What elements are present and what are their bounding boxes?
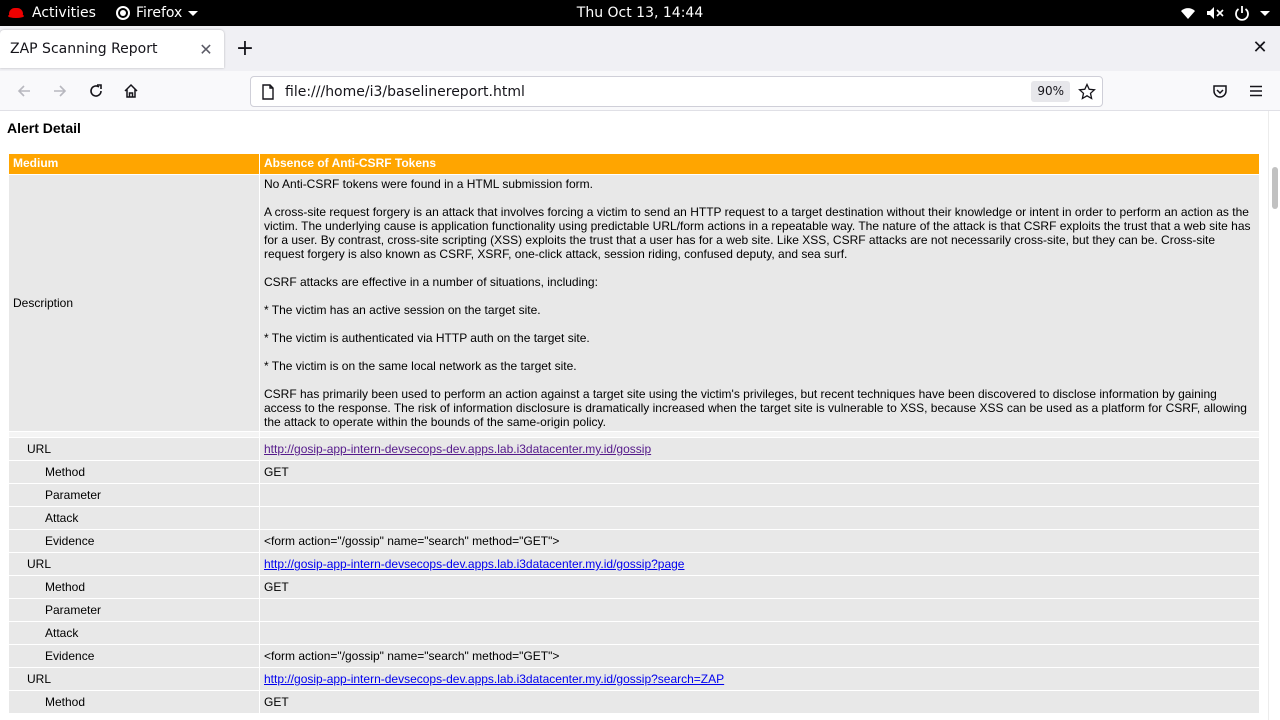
wifi-icon <box>1181 8 1195 19</box>
tab-strip: ZAP Scanning Report ✕ + ✕ <box>0 26 1280 71</box>
instance-url-link[interactable]: http://gosip-app-intern-devsecops-dev.ap… <box>264 442 651 456</box>
instance-parameter-row: Parameter <box>9 599 1259 621</box>
method-label: Method <box>9 461 259 483</box>
instance-url-row: URL http://gosip-app-intern-devsecops-de… <box>9 438 1259 460</box>
instance-url-link[interactable]: http://gosip-app-intern-devsecops-dev.ap… <box>264 672 724 686</box>
risk-level: Medium <box>9 154 259 174</box>
method-value: GET <box>260 461 1259 483</box>
activities-button[interactable]: Activities <box>8 0 96 26</box>
parameter-label: Parameter <box>9 599 259 621</box>
home-button[interactable] <box>119 79 143 103</box>
description-paragraph: A cross-site request forgery is an attac… <box>264 205 1251 261</box>
evidence-value: <form action="/gossip" name="search" met… <box>260 645 1259 667</box>
instance-attack-row: Attack <box>9 507 1259 529</box>
pocket-icon <box>1213 85 1227 98</box>
section-title: Alert Detail <box>7 120 81 136</box>
description-row: Description No Anti-CSRF tokens were fou… <box>9 175 1259 431</box>
system-top-bar: Activities Firefox Thu Oct 13, 14:44 <box>0 0 1280 26</box>
attack-value <box>260 507 1259 529</box>
app-menu[interactable]: Firefox <box>116 0 199 26</box>
close-tab-icon[interactable]: ✕ <box>198 40 214 59</box>
description-paragraph: * The victim has an active session on th… <box>264 303 541 317</box>
page-scrollbar[interactable] <box>1268 111 1280 720</box>
instance-url-link[interactable]: http://gosip-app-intern-devsecops-dev.ap… <box>264 557 684 571</box>
instance-evidence-row: Evidence <form action="/gossip" name="se… <box>9 645 1259 667</box>
tab-zap-report[interactable]: ZAP Scanning Report ✕ <box>0 30 224 68</box>
parameter-label: Parameter <box>9 484 259 506</box>
navigation-toolbar: file:///home/i3/baselinereport.html 90% <box>0 71 1280 111</box>
description-paragraph: * The victim is on the same local networ… <box>264 359 577 373</box>
url-text[interactable]: file:///home/i3/baselinereport.html <box>285 84 1031 100</box>
instance-method-row: Method GET <box>9 461 1259 483</box>
description-paragraph: * The victim is authenticated via HTTP a… <box>264 331 590 345</box>
chevron-down-icon <box>188 10 199 16</box>
url-label: URL <box>9 438 259 460</box>
method-label: Method <box>9 691 259 713</box>
page-icon <box>262 83 274 100</box>
bookmark-star-icon[interactable] <box>1078 82 1096 101</box>
volume-muted-icon <box>1207 7 1224 19</box>
description-label: Description <box>9 175 259 431</box>
description-paragraph: CSRF attacks are effective in a number o… <box>264 275 598 289</box>
method-value: GET <box>260 691 1259 713</box>
evidence-label: Evidence <box>9 645 259 667</box>
spacer-row <box>9 432 1259 437</box>
method-label: Method <box>9 576 259 598</box>
instance-evidence-row: Evidence <form action="/gossip" name="se… <box>9 530 1259 552</box>
parameter-value <box>260 484 1259 506</box>
evidence-value: <form action="/gossip" name="search" met… <box>260 530 1259 552</box>
arrow-right-icon <box>54 85 67 97</box>
url-label: URL <box>9 553 259 575</box>
method-value: GET <box>260 576 1259 598</box>
new-tab-button[interactable]: + <box>233 38 257 62</box>
pocket-button[interactable] <box>1208 79 1232 103</box>
reload-button[interactable] <box>84 79 108 103</box>
description-paragraph: CSRF has primarily been used to perform … <box>264 387 1247 429</box>
forward-button[interactable] <box>48 79 72 103</box>
instance-parameter-row: Parameter <box>9 484 1259 506</box>
close-window-button[interactable]: ✕ <box>1250 38 1270 58</box>
alert-name: Absence of Anti-CSRF Tokens <box>260 154 1259 174</box>
hamburger-menu-icon <box>1250 85 1262 97</box>
instance-url-row: URL http://gosip-app-intern-devsecops-de… <box>9 553 1259 575</box>
attack-label: Attack <box>9 622 259 644</box>
instance-method-row: Method GET <box>9 691 1259 713</box>
redhat-logo-icon <box>8 7 24 19</box>
scrollbar-thumb[interactable] <box>1272 167 1278 209</box>
back-button[interactable] <box>12 79 36 103</box>
firefox-icon <box>116 6 130 20</box>
home-icon <box>124 83 138 98</box>
arrow-left-icon <box>17 85 30 97</box>
attack-label: Attack <box>9 507 259 529</box>
zoom-level-button[interactable]: 90% <box>1031 81 1070 102</box>
alert-header-row: Medium Absence of Anti-CSRF Tokens <box>9 154 1259 174</box>
instance-method-row: Method GET <box>9 576 1259 598</box>
clock[interactable]: Thu Oct 13, 14:44 <box>577 5 703 21</box>
power-icon <box>1235 6 1249 21</box>
page-content: Alert Detail Medium Absence of Anti-CSRF… <box>0 111 1268 720</box>
reload-icon <box>90 84 102 97</box>
activities-label: Activities <box>32 5 96 21</box>
description-paragraph: No Anti-CSRF tokens were found in a HTML… <box>264 177 594 191</box>
chevron-down-icon <box>1260 10 1270 16</box>
app-menu-label: Firefox <box>136 5 183 21</box>
instance-url-row: URL http://gosip-app-intern-devsecops-de… <box>9 668 1259 690</box>
url-label: URL <box>9 668 259 690</box>
tab-title: ZAP Scanning Report <box>10 41 158 57</box>
address-bar[interactable]: file:///home/i3/baselinereport.html 90% <box>250 76 1103 107</box>
parameter-value <box>260 599 1259 621</box>
attack-value <box>260 622 1259 644</box>
evidence-label: Evidence <box>9 530 259 552</box>
alert-detail-table: Medium Absence of Anti-CSRF Tokens Descr… <box>8 153 1260 714</box>
system-menu[interactable] <box>1180 0 1270 26</box>
description-text: No Anti-CSRF tokens were found in a HTML… <box>260 175 1259 431</box>
instance-attack-row: Attack <box>9 622 1259 644</box>
app-menu-button[interactable] <box>1244 79 1268 103</box>
